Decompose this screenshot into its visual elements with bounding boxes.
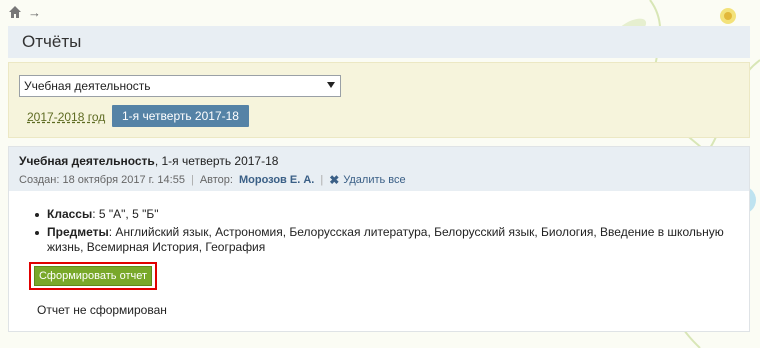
author-label: Автор:	[199, 174, 233, 186]
subjects-label: Предметы	[47, 225, 109, 239]
author-link[interactable]: Морозов Е. А.	[239, 174, 314, 186]
list-item-subjects: Предметы: Английский язык, Астрономия, Б…	[35, 225, 725, 255]
meta-separator: |	[190, 174, 194, 186]
generate-report-button[interactable]: Сформировать отчет	[34, 266, 152, 286]
year-link[interactable]: 2017-2018 год	[27, 110, 105, 124]
report-panel: Учебная деятельность, 1-я четверть 2017-…	[8, 146, 750, 332]
home-icon[interactable]	[8, 5, 22, 19]
close-icon: ✖	[329, 173, 340, 187]
filter-panel: Учебная деятельность 2017-2018 год 1-я ч…	[8, 62, 750, 138]
classes-label: Классы	[47, 207, 93, 221]
generate-button-highlight: Сформировать отчет	[29, 262, 157, 290]
delete-all-label: Удалить все	[343, 174, 406, 186]
report-title-main: Учебная деятельность	[19, 154, 155, 168]
classes-value: : 5 "А", 5 "Б"	[92, 207, 159, 221]
activity-select-value: Учебная деятельность	[24, 79, 151, 93]
report-header: Учебная деятельность, 1-я четверть 2017-…	[9, 147, 749, 191]
report-title: Учебная деятельность, 1-я четверть 2017-…	[19, 153, 739, 169]
page-title: Отчёты	[8, 26, 750, 58]
delete-all-button[interactable]: ✖ Удалить все	[329, 173, 405, 187]
arrow-right-icon: →	[28, 4, 41, 20]
report-meta: Создан: 18 октября 2017 г. 14:55 | Автор…	[19, 173, 739, 187]
report-title-period: , 1-я четверть 2017-18	[154, 154, 279, 168]
report-status: Отчет не сформирован	[37, 303, 167, 317]
quarter-button[interactable]: 1-я четверть 2017-18	[112, 105, 249, 127]
chevron-down-icon	[327, 82, 335, 88]
report-details-list: Классы: 5 "А", 5 "Б" Предметы: Английски…	[35, 207, 725, 258]
subjects-value: : Английский язык, Астрономия, Белорусск…	[47, 225, 724, 254]
created-date: Создан: 18 октября 2017 г. 14:55	[19, 174, 185, 186]
activity-select[interactable]: Учебная деятельность	[19, 75, 341, 97]
meta-separator: |	[320, 174, 324, 186]
breadcrumb: →	[8, 4, 41, 20]
list-item-classes: Классы: 5 "А", 5 "Б"	[35, 207, 725, 222]
